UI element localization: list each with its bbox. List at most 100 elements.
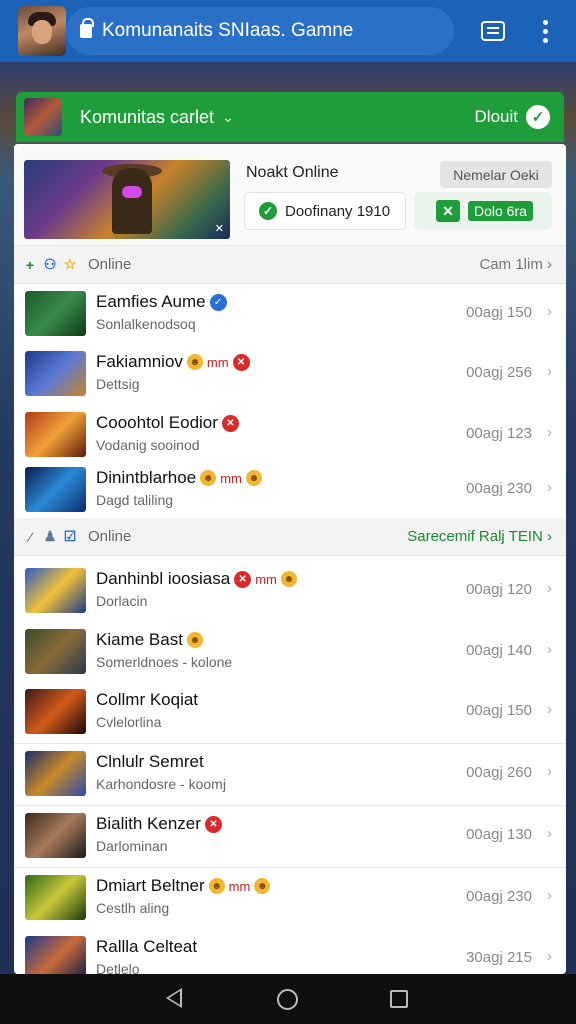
item-subtitle: Sonlalkenodsoq: [96, 316, 196, 332]
list-item[interactable]: Danhinbl ioosiasa ✕ mm ☻ Dorlacin 00agj 120 ›: [14, 561, 566, 623]
chevron-right-icon: ›: [547, 825, 552, 842]
item-title-text: Kiame Bast: [96, 630, 183, 649]
item-title-text: Clnlulr Semret: [96, 752, 204, 771]
item-title: Clnlulr Semret: [96, 752, 204, 772]
badge-text: mm: [220, 470, 242, 486]
item-title: Cooohtol Eodior ✕: [96, 413, 239, 433]
featured-action-button[interactable]: Nemelar Oeki: [440, 161, 552, 188]
chevron-right-icon: ›: [547, 424, 552, 441]
game-x-icon: ✕: [436, 200, 460, 222]
address-bar[interactable]: Komunanaits SNIaas. Gamne: [66, 7, 454, 55]
recents-icon[interactable]: [390, 990, 408, 1008]
chevron-right-icon: ›: [547, 363, 552, 380]
item-title-text: Dmiart Beltner: [96, 876, 205, 895]
item-meta: 00agj 256: [466, 364, 532, 381]
play-button[interactable]: ✕ Dolo 6ra: [414, 192, 552, 230]
chevron-right-icon: ›: [547, 479, 552, 496]
list-item[interactable]: Cooohtol Eodior ✕ Vodanig sooinod 00agj 123…: [14, 405, 566, 467]
item-meta: 00agj 123: [466, 425, 532, 442]
avatar[interactable]: [18, 6, 66, 56]
item-title: Eamfies Aume ✓: [96, 292, 227, 312]
tabs-button[interactable]: [476, 14, 510, 48]
emoji-icon: ☻: [254, 878, 271, 894]
community-about-link[interactable]: Dlouit: [475, 107, 518, 127]
item-subtitle: Dettsig: [96, 376, 140, 392]
game-thumbnail: [25, 689, 86, 734]
item-title: Rallla Celteat: [96, 937, 197, 957]
tabs-icon: [481, 21, 505, 41]
chevron-right-icon: ›: [547, 580, 552, 597]
status-pill[interactable]: ✓ Doofinany 1910: [244, 192, 406, 230]
chevron-right-icon: ›: [547, 641, 552, 658]
item-meta: 00agj 150: [466, 702, 532, 719]
list-item[interactable]: Collmr Koqiat Cvlelorlina 00agj 150 ›: [14, 682, 566, 744]
play-label: Dolo 6ra: [468, 201, 533, 221]
game-thumbnail: [25, 568, 86, 613]
item-title-text: Cooohtol Eodior: [96, 413, 218, 432]
chevron-right-icon: ›: [547, 948, 552, 965]
item-title: Dmiart Beltner ☻ mm ☻: [96, 876, 271, 896]
item-title-text: Rallla Celteat: [96, 937, 198, 956]
verified-icon: ✓: [209, 293, 227, 311]
item-meta: 00agj 130: [466, 826, 532, 843]
list-item[interactable]: Clnlulr Semret Karhondosre - koomj 00agj 2…: [14, 744, 566, 806]
badge-text: mm: [206, 354, 229, 370]
game-thumbnail: [25, 291, 86, 336]
check-square-icon: ☑: [63, 528, 77, 544]
featured-image[interactable]: ✕: [24, 160, 230, 239]
chevron-down-icon[interactable]: ⌄: [222, 109, 234, 126]
section-header-online[interactable]: + ⚇ ☆ Online Cam 1lim ›: [14, 246, 566, 284]
item-meta: 00agj 230: [466, 480, 532, 497]
item-title: Collmr Koqiat: [96, 690, 198, 710]
item-title: Dinintblarhoe ☻ mm ☻: [96, 468, 262, 488]
community-panel: ✕ Noakt Online Nemelar Oeki ✓ Doofinany …: [14, 144, 566, 974]
list-item[interactable]: Kiame Bast ☻ Somerldnoes - kolone 00agj 140…: [14, 622, 566, 684]
game-thumbnail: [25, 629, 86, 674]
more-vertical-icon: [542, 19, 548, 43]
user-icon: ♟: [43, 528, 57, 544]
list-item[interactable]: Dinintblarhoe ☻ mm ☻ Dagd taliling 00agj 230 ›: [14, 460, 566, 522]
emoji-icon: ☻: [245, 470, 262, 486]
home-icon[interactable]: [277, 989, 298, 1010]
item-subtitle: Dorlacin: [96, 593, 148, 609]
emoji-icon: ☻: [280, 571, 297, 587]
check-icon: ✓: [259, 202, 277, 220]
list-item[interactable]: Rallla Celteat Detlelo 30agj 215 ›: [14, 929, 566, 974]
section-right-link[interactable]: Cam 1lim ›: [479, 256, 552, 273]
verified-badge-icon: ✓: [526, 105, 550, 129]
star-icon: ☆: [63, 256, 77, 272]
item-subtitle: Karhondosre - koomj: [96, 776, 226, 792]
item-meta: 00agj 260: [466, 764, 532, 781]
lock-icon: [80, 18, 94, 38]
more-options-button[interactable]: [528, 14, 562, 48]
chevron-right-icon: ›: [547, 887, 552, 904]
item-subtitle: Darlominan: [96, 838, 168, 854]
back-icon[interactable]: [166, 988, 182, 1008]
badge-text: mm: [255, 571, 277, 587]
group-icon: ⚇: [43, 256, 57, 272]
list-item[interactable]: Eamfies Aume ✓ Sonlalkenodsoq 00agj 150 ›: [14, 284, 566, 346]
item-meta: 00agj 140: [466, 642, 532, 659]
item-meta: 00agj 230: [466, 888, 532, 905]
item-meta: 00agj 150: [466, 304, 532, 321]
game-thumbnail: [25, 351, 86, 396]
emoji-icon: ☻: [200, 470, 217, 486]
alert-icon: ✕: [234, 570, 252, 588]
item-title: Bialith Kenzer ✕: [96, 814, 222, 834]
alert-icon: ✕: [232, 353, 250, 371]
section-header-online-2[interactable]: ⁄ ♟ ☑ Online Sarecemif Ralj TEIN ›: [14, 518, 566, 556]
item-title: Kiame Bast ☻: [96, 630, 203, 650]
item-subtitle: Vodanig sooinod: [96, 437, 200, 453]
list-item[interactable]: Fakiamniov ☻ mm ✕ Dettsig 00agj 256 ›: [14, 344, 566, 406]
item-title: Danhinbl ioosiasa ✕ mm ☻: [96, 569, 297, 589]
game-thumbnail: [25, 936, 86, 974]
community-name[interactable]: Komunitas carlet: [80, 107, 214, 128]
list-item[interactable]: Bialith Kenzer ✕ Darlominan 00agj 130 ›: [14, 806, 566, 868]
community-thumbnail: [24, 98, 62, 136]
list-item[interactable]: Dmiart Beltner ☻ mm ☻ Cestlh aling 00agj 230 ›: [14, 868, 566, 930]
section-right-link[interactable]: Sarecemif Ralj TEIN ›: [407, 528, 552, 545]
section-label: Online: [88, 528, 132, 545]
item-subtitle: Cvlelorlina: [96, 714, 162, 730]
featured-card: ✕ Noakt Online Nemelar Oeki ✓ Doofinany …: [14, 144, 566, 246]
game-mark-icon: ✕: [214, 223, 224, 235]
